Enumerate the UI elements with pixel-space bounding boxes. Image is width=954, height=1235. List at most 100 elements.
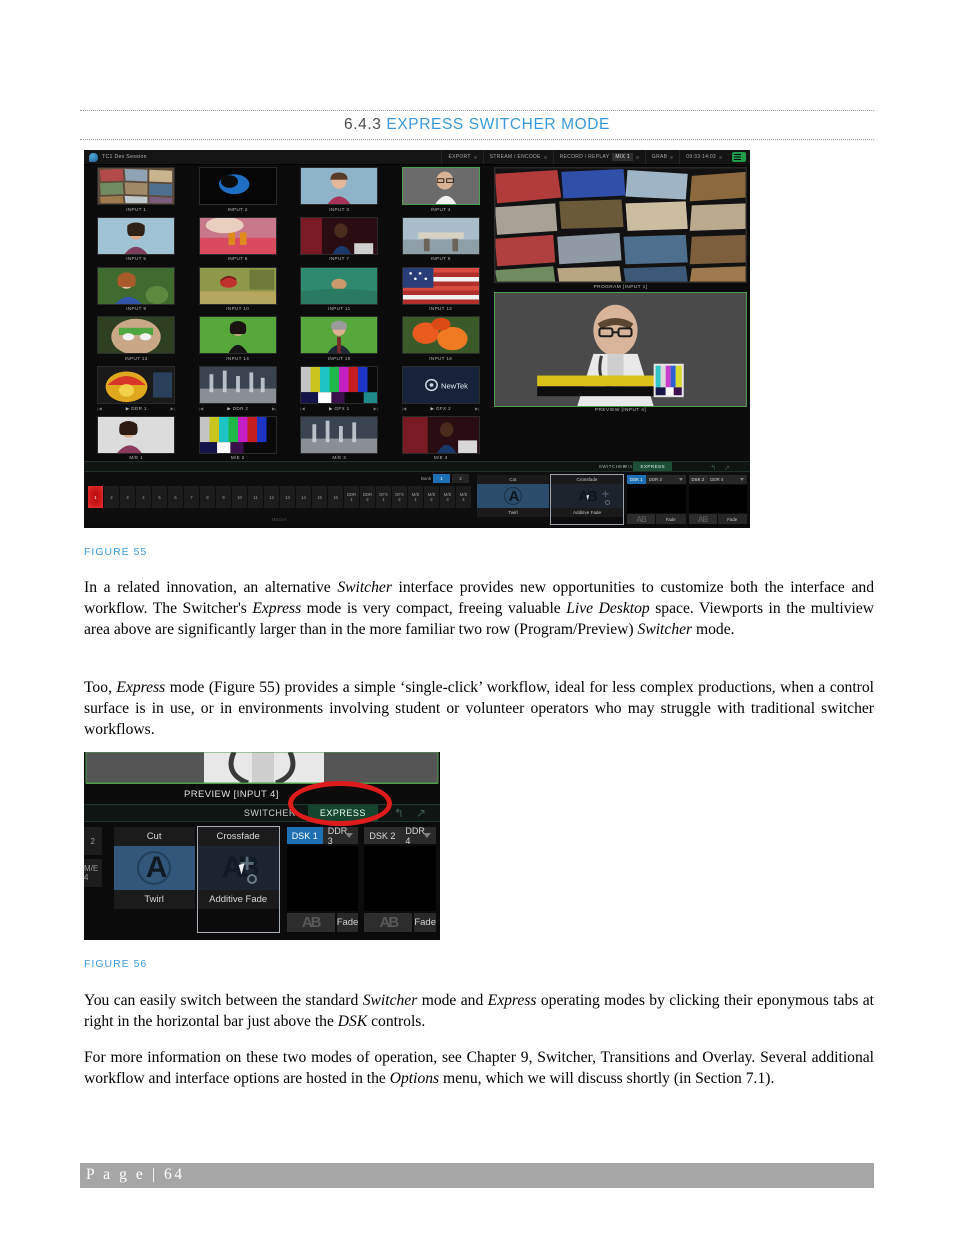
multiview-thumbnail	[300, 266, 379, 305]
switcher-source-button[interactable]: 11	[248, 486, 263, 508]
dsk-1-transition-icon[interactable]: AB	[627, 514, 655, 524]
switcher-source-button[interactable]: DDR 1	[344, 486, 359, 508]
switcher-source-button[interactable]: 1	[88, 486, 103, 508]
multiview-cell[interactable]: INPUT 7	[290, 216, 389, 266]
switcher-source-button[interactable]: 12	[264, 486, 279, 508]
figure56-source-me4[interactable]: M/E 4	[84, 859, 102, 887]
switcher-source-button[interactable]: M/E 1	[408, 486, 423, 508]
stream-encode-button[interactable]: STREAM / ENCODE	[482, 150, 553, 164]
redo-icon[interactable]: ↗	[724, 464, 730, 472]
tricaster-footer-strip	[84, 524, 750, 528]
mix-chip[interactable]: MIX 1	[612, 153, 633, 161]
dsk-2-fade-button[interactable]: Fade	[717, 514, 747, 524]
bank-button-1[interactable]: 1	[433, 474, 450, 483]
switcher-source-button[interactable]: GFX 2	[392, 486, 407, 508]
multiview-cell[interactable]: INPUT 6	[189, 216, 288, 266]
svg-text:NewTek: NewTek	[441, 382, 468, 391]
multiview-cell[interactable]: INPUT 1	[87, 167, 186, 216]
tab-switcher[interactable]: SWITCHER	[592, 462, 634, 471]
figure56-dsk-1-transition-icon[interactable]: AB	[286, 913, 335, 932]
switcher-source-button[interactable]: 14	[296, 486, 311, 508]
switcher-source-button[interactable]: 7	[184, 486, 199, 508]
dsk-2-transition-icon[interactable]: AB	[688, 514, 717, 524]
multiview-cell[interactable]: |◀ ▶ GFX 1 ▶|	[290, 366, 389, 415]
switcher-source-button[interactable]: DDR 2	[360, 486, 375, 508]
multiview-cell[interactable]: INPUT 12	[392, 266, 491, 316]
switcher-source-button[interactable]: 3	[120, 486, 135, 508]
figure56-transition-crossfade[interactable]: Crossfade AB + Additive Fade	[196, 826, 280, 933]
multiview-cell[interactable]: INPUT 9	[87, 266, 186, 316]
p1-text-c: mode is very compact, freeing valuable	[301, 599, 567, 617]
dsk-1-fade-button[interactable]: Fade	[656, 514, 686, 524]
multiview-cell[interactable]: INPUT 2	[189, 167, 288, 216]
multiview-cell[interactable]: |◀ ▶ DDR 2 ▶|	[189, 366, 288, 415]
figure56-transition-cut[interactable]: Cut A Twirl	[113, 827, 195, 932]
figure56-dsk-1-fade[interactable]: Fade	[336, 913, 359, 932]
preview-label: PREVIEW [INPUT 4]	[594, 408, 647, 413]
switcher-source-button[interactable]: 10	[232, 486, 247, 508]
multiview-cell[interactable]: M/E 4	[392, 415, 491, 465]
tab-express[interactable]: EXPRESS	[633, 462, 672, 471]
bank-button-2[interactable]: 2	[452, 474, 469, 483]
redo-icon[interactable]: ↗	[416, 806, 426, 820]
transition-cut[interactable]: Cut A Twirl	[477, 475, 549, 524]
record-replay-button[interactable]: RECORD / REPLAY MIX 1	[552, 150, 645, 164]
switcher-source-button[interactable]: 13	[280, 486, 295, 508]
program-monitor[interactable]	[494, 167, 747, 283]
undo-icon[interactable]: ↰	[710, 464, 716, 472]
dsk-1-source-select[interactable]: DDR 3	[645, 475, 686, 484]
switcher-source-button[interactable]: M/E 2	[424, 486, 439, 508]
figure56-dsk-2-button[interactable]: DSK 2	[364, 827, 401, 844]
session-menu-icon[interactable]	[732, 152, 746, 162]
multiview-cell[interactable]: |◀ ▶ DDR 1 ▶|	[87, 366, 186, 415]
export-button[interactable]: EXPORT	[441, 150, 482, 164]
multiview-label: INPUT 16	[429, 355, 453, 361]
switcher-source-button[interactable]: 15	[312, 486, 327, 508]
multiview-cell[interactable]: INPUT 15	[290, 316, 389, 365]
status-dot-icon	[719, 155, 722, 159]
figure56-tab-express[interactable]: EXPRESS	[307, 805, 378, 821]
figure56-dsk-1-button[interactable]: DSK 1	[286, 827, 323, 844]
multiview-cell[interactable]: INPUT 8	[392, 216, 491, 266]
figure56-dsk-1-source[interactable]: DDR 3	[322, 826, 359, 846]
multiview-cell[interactable]: INPUT 3	[290, 167, 389, 216]
multiview-cell[interactable]: INPUT 16	[392, 316, 491, 365]
multiview-cell[interactable]: M/E 2	[189, 415, 288, 465]
dsk-2-button[interactable]: DSK 2	[688, 475, 708, 484]
dsk-2-source-select[interactable]: DDR 4	[707, 475, 747, 484]
program-source-row: 1 2 3 4 5 6 7 8 9 10 11 12 13 14 15 16 DDR 1 DDR 2 GFX 1 GFX 2 M…	[84, 486, 475, 508]
figure56-dsk-1-header: DSK 1 DDR 3	[286, 826, 359, 846]
switcher-source-button[interactable]: 6	[168, 486, 183, 508]
multiview-cell[interactable]: INPUT 14	[189, 316, 288, 365]
multiview-cell[interactable]: INPUT 4	[392, 167, 491, 216]
switcher-source-button[interactable]: M/E 3	[440, 486, 455, 508]
multiview-cell[interactable]: M/E 3	[290, 415, 389, 465]
switcher-source-button[interactable]: GFX 1	[376, 486, 391, 508]
switcher-source-button[interactable]: 9	[216, 486, 231, 508]
multiview-cell[interactable]: INPUT 5	[87, 216, 186, 266]
multiview-cell[interactable]: NewTek |◀ ▶ GFX 2 ▶|	[392, 366, 491, 415]
multiview-cell[interactable]: M/E 1	[87, 415, 186, 465]
figure56-dsk-2-source[interactable]: DDR 4	[400, 826, 436, 846]
switcher-source-button[interactable]: 4	[136, 486, 151, 508]
multiview-label: INPUT 4	[430, 206, 451, 212]
multiview-cell[interactable]: INPUT 13	[87, 316, 186, 365]
undo-icon[interactable]: ↰	[394, 806, 404, 820]
switcher-source-button[interactable]: 8	[200, 486, 215, 508]
transition-crossfade[interactable]: Crossfade AB + Additive Fade	[550, 474, 624, 525]
switcher-source-button[interactable]: 16	[328, 486, 343, 508]
dsk-1-button[interactable]: DSK 1	[627, 475, 646, 484]
multiview-thumbnail	[401, 167, 480, 205]
multiview-cell[interactable]: INPUT 11	[290, 266, 389, 316]
figure56-tab-switcher[interactable]: SWITCHER	[232, 805, 308, 821]
grab-button[interactable]: GRAB	[644, 150, 679, 164]
switcher-source-button[interactable]: M/E 4	[456, 486, 471, 508]
figure56-dsk-2-fade[interactable]: Fade	[414, 913, 436, 932]
multiview-cell[interactable]: INPUT 10	[189, 266, 288, 316]
figure56-source-2[interactable]: 2	[84, 827, 102, 855]
switcher-source-button[interactable]: 2	[104, 486, 119, 508]
preview-thumbnail	[495, 292, 746, 406]
switcher-source-button[interactable]: 5	[152, 486, 167, 508]
figure56-dsk-2-transition-icon[interactable]: AB	[364, 913, 413, 932]
preview-monitor[interactable]	[494, 291, 747, 407]
